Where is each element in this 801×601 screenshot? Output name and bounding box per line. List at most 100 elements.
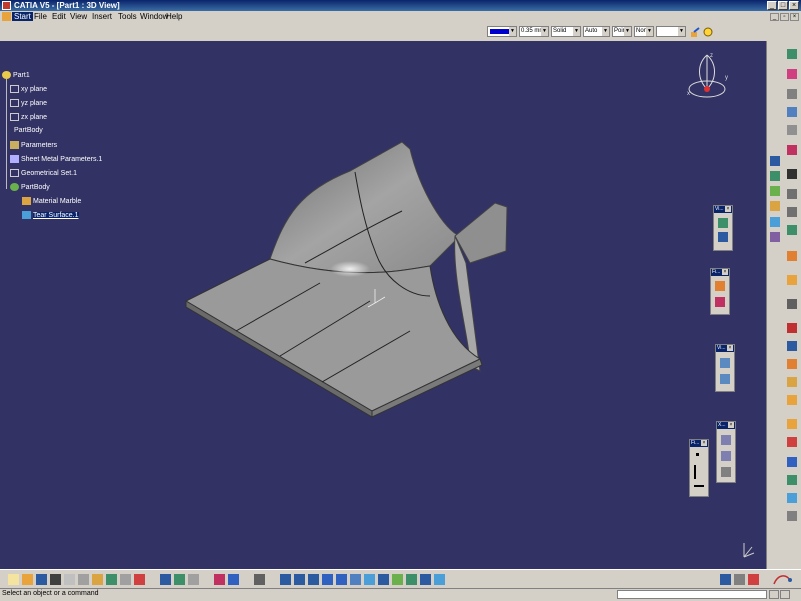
- flange-icon[interactable]: [787, 69, 797, 79]
- whats-this-icon[interactable]: [134, 574, 145, 585]
- iso-view-icon[interactable]: [378, 574, 389, 585]
- tree-node-partbody[interactable]: PartBody: [10, 183, 50, 191]
- undo-icon[interactable]: [106, 574, 117, 585]
- hole-icon[interactable]: [787, 225, 797, 235]
- edges-icon[interactable]: [770, 186, 780, 196]
- menu-help[interactable]: Help: [166, 12, 182, 21]
- axis-icon[interactable]: [721, 435, 731, 445]
- print-icon[interactable]: [50, 574, 61, 585]
- shading-icon[interactable]: [770, 171, 780, 181]
- layer-combo[interactable]: Auto ▼: [583, 26, 610, 37]
- shading-mode-icon[interactable]: [392, 574, 403, 585]
- formula-icon[interactable]: [787, 437, 797, 447]
- menu-view[interactable]: View: [70, 12, 87, 21]
- fit-all-icon[interactable]: [280, 574, 291, 585]
- tree-node-tear-surface[interactable]: Tear Surface.1: [22, 211, 79, 219]
- catalog-browser-icon[interactable]: [228, 574, 239, 585]
- filter-tool-icon[interactable]: [734, 574, 745, 585]
- normal-view-icon[interactable]: [350, 574, 361, 585]
- plane-tool-icon[interactable]: [721, 467, 731, 477]
- menu-start[interactable]: Start: [12, 12, 33, 21]
- sketch-icon[interactable]: [787, 395, 797, 405]
- cut-icon[interactable]: [64, 574, 75, 585]
- tools-icon[interactable]: [214, 574, 225, 585]
- sheet-metal-part-geometry[interactable]: [0, 41, 766, 569]
- symmetry-icon[interactable]: [787, 275, 797, 285]
- tree-node-yz-plane[interactable]: yz plane: [10, 99, 47, 107]
- dimension-icon[interactable]: [694, 485, 704, 487]
- 3d-viewport[interactable]: Part1 xy plane yz plane zx plane PartBod…: [0, 41, 766, 569]
- views-icon[interactable]: [770, 156, 780, 166]
- pan-icon[interactable]: [720, 374, 730, 384]
- close-icon[interactable]: ×: [701, 440, 707, 446]
- menu-insert[interactable]: Insert: [92, 12, 112, 21]
- cutout-icon[interactable]: [787, 145, 797, 155]
- reaction-icon[interactable]: [787, 493, 797, 503]
- translate-icon[interactable]: [787, 299, 797, 309]
- bend-icon[interactable]: [787, 107, 797, 117]
- filter-icon[interactable]: [715, 281, 725, 291]
- painter-icon[interactable]: [690, 27, 701, 38]
- catia-app-icon[interactable]: [2, 1, 11, 10]
- grid-icon[interactable]: [715, 297, 725, 307]
- doc-close-button[interactable]: ×: [790, 13, 799, 21]
- knowledge-icon[interactable]: [787, 419, 797, 429]
- open-icon[interactable]: [22, 574, 33, 585]
- redo-icon[interactable]: [120, 574, 131, 585]
- material-tool-icon[interactable]: [770, 201, 780, 211]
- floating-toolbar-sketch[interactable]: Fi... ×: [689, 439, 709, 497]
- properties-icon[interactable]: [703, 27, 714, 38]
- hide-show-icon[interactable]: [406, 574, 417, 585]
- point-type-combo[interactable]: Point ▼: [612, 26, 632, 37]
- menu-edit[interactable]: Edit: [52, 12, 66, 21]
- layer-icon[interactable]: [720, 574, 731, 585]
- update-icon[interactable]: [160, 574, 171, 585]
- menu-tools[interactable]: Tools: [118, 12, 137, 21]
- compass-icon[interactable]: z x y: [685, 49, 735, 109]
- render-style-combo[interactable]: ▼: [656, 26, 686, 37]
- tree-node-parameters[interactable]: Parameters: [10, 141, 57, 149]
- table-icon[interactable]: [188, 574, 199, 585]
- analysis-icon[interactable]: [787, 359, 797, 369]
- pattern-icon[interactable]: [787, 251, 797, 261]
- tree-node-partbody-hidden[interactable]: PartBody: [14, 127, 43, 134]
- render-icon[interactable]: [770, 217, 780, 227]
- paste-icon[interactable]: [92, 574, 103, 585]
- close-icon[interactable]: ×: [722, 269, 728, 275]
- tree-node-xy-plane[interactable]: xy plane: [10, 85, 47, 93]
- multi-view-icon[interactable]: [364, 574, 375, 585]
- knowledge-advisor-icon[interactable]: [174, 574, 185, 585]
- graphic-properties-icon[interactable]: [748, 574, 759, 585]
- measure-icon[interactable]: [787, 341, 797, 351]
- lights-icon[interactable]: [770, 232, 780, 242]
- hem-icon[interactable]: [787, 89, 797, 99]
- stop-button[interactable]: [780, 590, 790, 599]
- tree-node-zx-plane[interactable]: zx plane: [10, 113, 47, 121]
- close-icon[interactable]: ×: [727, 345, 733, 351]
- zoom-icon[interactable]: [720, 358, 730, 368]
- document-menu-icon[interactable]: [2, 12, 11, 21]
- minimize-button[interactable]: _: [767, 1, 777, 10]
- line-icon[interactable]: [721, 451, 731, 461]
- color-combo[interactable]: ▼: [487, 26, 517, 37]
- zoom-out-icon[interactable]: [336, 574, 347, 585]
- menu-window[interactable]: Window: [140, 12, 168, 21]
- maximize-button[interactable]: □: [778, 1, 788, 10]
- rotate-icon[interactable]: [787, 323, 797, 333]
- rule-icon[interactable]: [787, 457, 797, 467]
- command-input[interactable]: [617, 590, 767, 599]
- line-type-combo[interactable]: Solid ▼: [551, 26, 581, 37]
- view-icon[interactable]: [718, 218, 728, 228]
- constraint-icon[interactable]: [787, 377, 797, 387]
- fly-mode-icon[interactable]: [254, 574, 265, 585]
- check-icon[interactable]: [787, 475, 797, 485]
- screen-icon[interactable]: [434, 574, 445, 585]
- tree-node-material[interactable]: Material Marble: [22, 197, 81, 205]
- tree-node-part1[interactable]: Part1: [2, 71, 30, 79]
- zoom-in-icon[interactable]: [322, 574, 333, 585]
- close-icon[interactable]: ×: [728, 422, 734, 428]
- lineweight-combo[interactable]: None ▼: [634, 26, 654, 37]
- stamp-icon[interactable]: [787, 169, 797, 179]
- swap-space-icon[interactable]: [420, 574, 431, 585]
- floating-toolbar-axis[interactable]: X... ×: [716, 421, 736, 483]
